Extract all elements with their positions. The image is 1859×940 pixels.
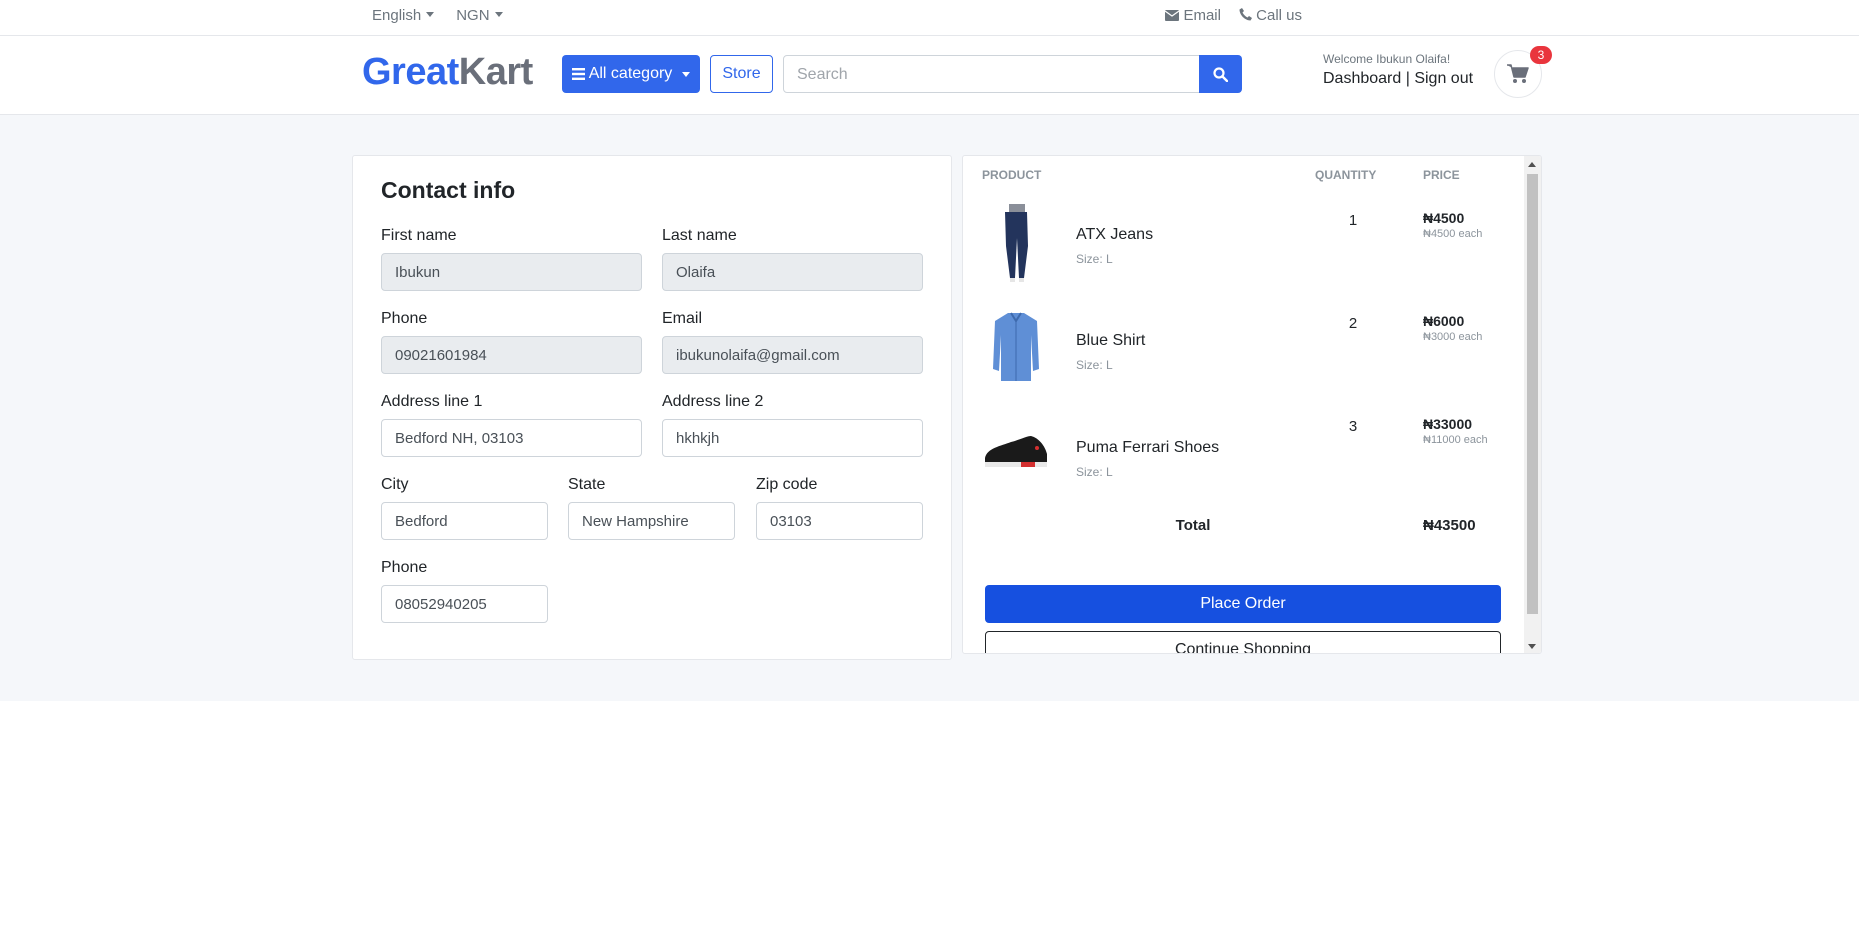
address1-group: Address line 1 Bedford NH, 03103 xyxy=(381,393,642,457)
phone-group: Phone 09021601984 xyxy=(381,310,642,374)
email-label: Email xyxy=(662,310,703,327)
city-group: City Bedford xyxy=(381,476,548,540)
product-size: Size: L xyxy=(1076,465,1113,479)
product-quantity: 2 xyxy=(1348,315,1358,332)
phone-icon xyxy=(1239,8,1252,21)
email-link[interactable]: Email xyxy=(1164,7,1221,24)
place-order-button[interactable]: Place Order xyxy=(985,585,1501,623)
signout-link[interactable]: Sign out xyxy=(1414,70,1473,87)
call-link[interactable]: Call us xyxy=(1239,7,1302,24)
address2-group: Address line 2 hkhkjh xyxy=(662,393,923,457)
phone2-label: Phone xyxy=(381,559,428,576)
shopping-cart-icon xyxy=(1507,64,1529,83)
state-label: State xyxy=(568,476,606,493)
product-unit-price: ₦4500 each xyxy=(1423,228,1483,240)
logo-great: Great xyxy=(362,51,459,93)
product-header: PRODUCT xyxy=(982,168,1042,182)
jeans-image[interactable] xyxy=(981,204,1051,284)
logo-kart: Kart xyxy=(458,51,534,93)
address1-label: Address line 1 xyxy=(381,393,483,410)
last-name-group: Last name Olaifa xyxy=(662,227,923,291)
product-size: Size: L xyxy=(1076,252,1113,266)
product-size: Size: L xyxy=(1076,358,1113,372)
order-summary-card: PRODUCT QUANTITY PRICE ATX Jeans Size: L… xyxy=(962,155,1542,654)
quantity-header: QUANTITY xyxy=(1315,168,1377,182)
phone-field[interactable]: 09021601984 xyxy=(381,336,642,374)
envelope-icon xyxy=(1164,10,1180,21)
chevron-down-icon xyxy=(682,71,691,77)
zip-field[interactable]: 03103 xyxy=(756,502,923,540)
first-name-label: First name xyxy=(381,227,457,244)
search-icon xyxy=(1213,66,1228,82)
logo[interactable]: GreatKart xyxy=(362,51,533,94)
all-category-label: All category xyxy=(588,65,673,82)
price-header: PRICE xyxy=(1423,168,1460,182)
account-links: Dashboard | Sign out xyxy=(1323,70,1473,88)
call-link-label: Call us xyxy=(1256,7,1302,24)
scroll-thumb[interactable] xyxy=(1527,174,1538,614)
product-quantity: 3 xyxy=(1348,418,1358,435)
product-unit-price: ₦11000 each xyxy=(1423,434,1488,446)
cart-count-badge: 3 xyxy=(1530,46,1552,64)
address2-label: Address line 2 xyxy=(662,393,764,410)
checkout-area: Contact info First name Ibukun Last name… xyxy=(0,115,1859,701)
phone-label: Phone xyxy=(381,310,428,327)
state-field[interactable]: New Hampshire xyxy=(568,502,735,540)
contact-info-card: Contact info First name Ibukun Last name… xyxy=(352,155,952,660)
last-name-field[interactable]: Olaifa xyxy=(662,253,923,291)
last-name-label: Last name xyxy=(662,227,737,244)
product-name[interactable]: Blue Shirt xyxy=(1076,332,1145,350)
product-price: ₦4500 xyxy=(1423,210,1465,226)
phone2-group: Phone 08052940205 xyxy=(381,559,548,623)
product-price: ₦33000 xyxy=(1423,416,1473,432)
language-dropdown[interactable]: English xyxy=(372,7,434,24)
scroll-down-arrow-icon[interactable] xyxy=(1528,644,1536,649)
continue-shopping-button[interactable]: Continue Shopping xyxy=(985,631,1501,653)
address1-field[interactable]: Bedford NH, 03103 xyxy=(381,419,642,457)
city-field[interactable]: Bedford xyxy=(381,502,548,540)
product-name[interactable]: ATX Jeans xyxy=(1076,226,1153,244)
scroll-up-arrow-icon[interactable] xyxy=(1528,162,1536,167)
email-field[interactable]: ibukunolaifa@gmail.com xyxy=(662,336,923,374)
email-link-label: Email xyxy=(1183,7,1221,24)
product-name[interactable]: Puma Ferrari Shoes xyxy=(1076,439,1219,457)
total-label: Total xyxy=(1175,517,1211,534)
first-name-group: First name Ibukun xyxy=(381,227,642,291)
dashboard-link[interactable]: Dashboard xyxy=(1323,70,1401,87)
store-button[interactable]: Store xyxy=(710,55,773,93)
order-row: ATX Jeans Size: L 1 ₦4500 ₦4500 each xyxy=(963,204,1523,304)
zip-group: Zip code 03103 xyxy=(756,476,923,540)
search-button[interactable] xyxy=(1199,55,1242,93)
total-value: ₦43500 xyxy=(1423,517,1476,534)
city-label: City xyxy=(381,476,409,493)
shoes-image[interactable] xyxy=(981,410,1051,490)
bars-icon xyxy=(571,68,585,80)
currency-dropdown[interactable]: NGN xyxy=(456,7,502,24)
welcome-text: Welcome Ibukun Olaifa! xyxy=(1323,52,1451,66)
product-quantity: 1 xyxy=(1348,212,1358,229)
search-input[interactable]: Search xyxy=(783,55,1200,93)
link-separator: | xyxy=(1401,70,1415,87)
zip-label: Zip code xyxy=(756,476,818,493)
phone2-field[interactable]: 08052940205 xyxy=(381,585,548,623)
product-price: ₦6000 xyxy=(1423,313,1465,329)
email-group: Email ibukunolaifa@gmail.com xyxy=(662,310,923,374)
all-category-button[interactable]: All category xyxy=(562,55,700,93)
shirt-image[interactable] xyxy=(981,307,1051,387)
contact-info-title: Contact info xyxy=(381,177,516,203)
state-group: State New Hampshire xyxy=(568,476,735,540)
order-row: Puma Ferrari Shoes Size: L 3 ₦33000 ₦110… xyxy=(963,410,1523,510)
main-header: GreatKart All category Store Search Welc… xyxy=(0,36,1859,115)
order-row: Blue Shirt Size: L 2 ₦6000 ₦3000 each xyxy=(963,307,1523,407)
first-name-field[interactable]: Ibukun xyxy=(381,253,642,291)
top-bar: English NGN Email Call us xyxy=(0,0,1859,36)
order-scrollbar[interactable] xyxy=(1524,156,1541,653)
product-unit-price: ₦3000 each xyxy=(1423,331,1483,343)
address2-field[interactable]: hkhkjh xyxy=(662,419,923,457)
